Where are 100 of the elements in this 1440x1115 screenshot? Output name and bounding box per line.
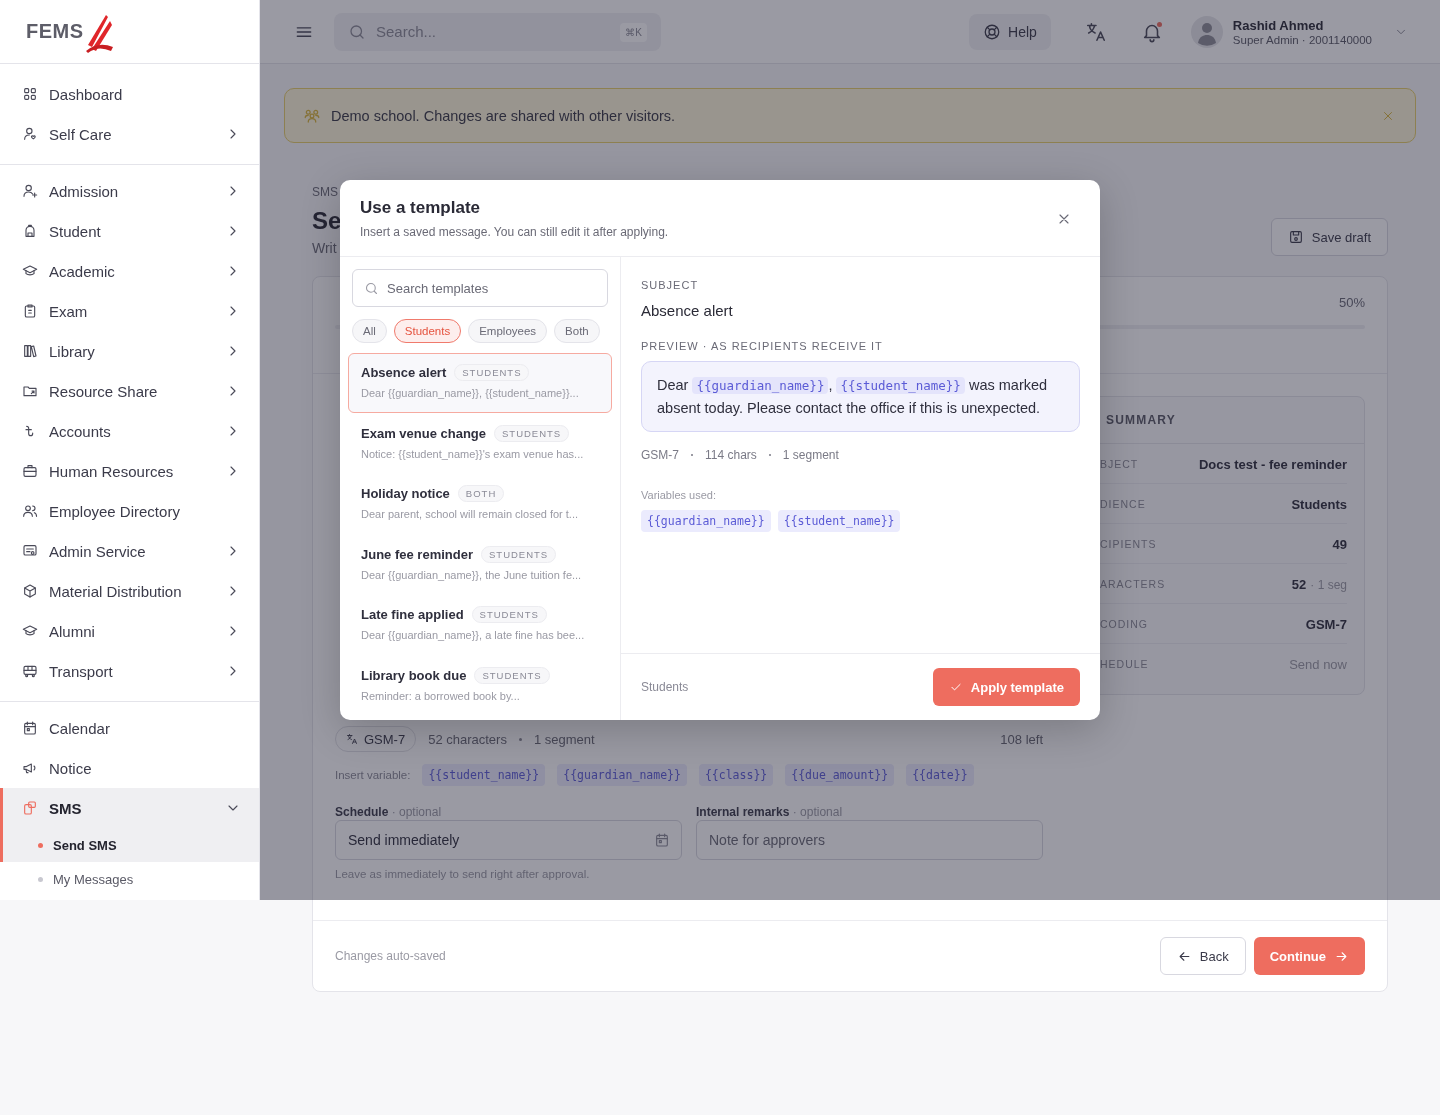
summary-value: GSM-7 — [1305, 616, 1347, 632]
message-stat: 1 segment — [782, 448, 839, 462]
variable-chip: {{guardian_name}} — [641, 510, 771, 532]
insert-variable-label: Insert variable: — [335, 769, 411, 781]
sidebar-item[interactable]: Resource Share — [0, 371, 259, 411]
template-item[interactable]: Absence alert STUDENTS Dear {{guardian_name}}, {{student_name}}... — [348, 353, 612, 413]
save-draft-button[interactable]: Save draft — [1270, 218, 1388, 256]
variable-chip: {{student_name}} — [836, 377, 965, 394]
summary-value: 49 — [1332, 536, 1347, 552]
dialog-subtitle: Insert a saved message. You can still edit it after applying. — [360, 225, 670, 239]
template-excerpt: Dear parent, school will remain closed for t... — [361, 508, 580, 520]
summary-label: DIENCE — [1100, 497, 1146, 510]
id-card-icon — [22, 543, 38, 559]
users-icon — [22, 503, 38, 519]
variable-chip: {{student_name}} — [777, 510, 901, 532]
search-icon — [348, 22, 366, 41]
translate-icon — [346, 733, 358, 745]
autosave-status: Changes auto-saved — [335, 949, 447, 963]
megaphone-icon — [22, 760, 38, 776]
sidebar-item[interactable]: Human Resources — [0, 451, 259, 491]
message-stat: GSM-7 — [641, 448, 679, 462]
sidebar-item[interactable]: Material Distribution — [0, 571, 259, 611]
box-icon — [22, 583, 38, 599]
section-label: SUBJECT — [641, 279, 700, 291]
breadcrumb: SMS — [312, 185, 339, 199]
filter-chip[interactable]: Employees — [468, 319, 548, 343]
app-logo[interactable]: FEMS — [26, 10, 114, 53]
template-name: Exam venue change — [361, 425, 486, 441]
audience-tag: STUDENTS — [471, 606, 547, 623]
preview-message: Dear {{guardian_name}} , {{student_name}} was marked absent today. Please contact the office if this is unexpected. — [657, 376, 1049, 418]
sidebar-item[interactable]: SMS — [0, 788, 259, 828]
backpack-icon — [22, 223, 38, 239]
audience-tag: BOTH — [457, 485, 505, 502]
variable-chip: {{guardian_name}} — [692, 377, 829, 394]
template-excerpt: Dear {{guardian_name}}, {{student_name}}... — [361, 387, 580, 399]
template-name: Absence alert — [361, 365, 447, 380]
folder-arrow-icon — [22, 383, 38, 399]
remarks-field[interactable]: Note for approvers — [696, 820, 1043, 860]
field-label: Internal remarks · optional — [696, 804, 844, 820]
sidebar-item[interactable]: Notice — [0, 748, 259, 788]
template-item[interactable]: Holiday notice BOTH Dear parent, school will remain closed for t... — [348, 474, 612, 534]
sidebar-item[interactable]: Admin Service — [0, 531, 259, 571]
calendar-icon — [654, 832, 670, 848]
phone-message-icon — [22, 800, 38, 816]
grid-icon — [22, 86, 38, 102]
schedule-field[interactable]: Send immediately — [335, 820, 682, 860]
summary-label: ARACTERS — [1100, 577, 1166, 590]
avatar-icon[interactable] — [1190, 15, 1223, 48]
clipboard-icon — [22, 303, 38, 319]
template-search-field[interactable]: Search templates — [352, 269, 608, 307]
template-name: Library book due — [361, 667, 467, 683]
help-button[interactable]: Help — [969, 13, 1051, 50]
variables-label: Variables used: — [641, 489, 717, 501]
page-title: Se — [312, 207, 342, 235]
sidebar-item[interactable]: Alumni — [0, 611, 259, 651]
sidebar-item[interactable]: Library — [0, 331, 259, 371]
user-role: Super Admin · 2001140000 — [1232, 33, 1372, 46]
sidebar-item[interactable]: Calendar — [0, 708, 259, 748]
template-item[interactable]: Late fine applied STUDENTS Dear {{guardian_name}}, a late fine has bee... — [348, 595, 612, 655]
template-item[interactable]: June fee reminder STUDENTS Dear {{guardian_name}}, the June tuition fe... — [348, 534, 612, 595]
sidebar-item[interactable]: Academic — [0, 251, 259, 291]
audience-tag: STUDENTS — [474, 666, 550, 684]
sidebar-item[interactable]: Exam — [0, 291, 259, 331]
sidebar-item[interactable]: Student — [0, 211, 259, 251]
user-heart-icon — [22, 126, 38, 142]
audience-tag: STUDENTS — [454, 364, 530, 381]
sidebar-item[interactable]: Accounts — [0, 411, 259, 451]
summary-value: Students — [1291, 496, 1347, 512]
filter-chip[interactable]: Both — [554, 319, 600, 343]
sidebar-item[interactable]: Dashboard — [0, 74, 259, 114]
subject-text: Absence alert — [641, 302, 734, 319]
back-button[interactable]: Back — [1159, 937, 1246, 975]
sidebar-item[interactable]: Admission — [0, 171, 259, 211]
template-name: Holiday notice — [361, 486, 450, 501]
template-name: June fee reminder — [361, 546, 473, 562]
user-name: Rashid Ahmed — [1232, 17, 1325, 33]
page-subtitle: Writ — [312, 240, 338, 256]
template-excerpt: Dear {{guardian_name}}, a late fine has bee... — [361, 629, 586, 641]
template-item[interactable]: Library book due STUDENTS Reminder: a borrowed book by... — [348, 655, 612, 716]
audience-tag: STUDENTS — [494, 424, 570, 442]
audience-label: Students — [641, 680, 690, 694]
translate-icon[interactable] — [1084, 20, 1107, 43]
filter-chip[interactable]: All — [352, 319, 387, 343]
section-label: PREVIEW · AS RECIPIENTS RECEIVE IT — [641, 340, 884, 352]
dialog-title: Use a template — [360, 198, 481, 218]
sidebar-item[interactable]: Self Care — [0, 114, 259, 154]
submenu-item[interactable]: Send SMS — [0, 828, 259, 862]
save-icon — [1287, 229, 1304, 245]
sidebar-item[interactable]: Transport — [0, 651, 259, 691]
summary-label: BJECT — [1100, 457, 1139, 470]
sidebar-item[interactable]: Employee Directory — [0, 491, 259, 531]
summary-label: HEDULE — [1100, 657, 1149, 670]
summary-value: 52 — [1291, 576, 1307, 592]
submenu-item[interactable]: My Messages — [0, 862, 259, 896]
message-count: 1 segment — [533, 731, 595, 747]
summary-value: Docs test - fee reminder — [1198, 456, 1347, 472]
briefcase-icon — [22, 463, 38, 479]
template-item[interactable]: Exam venue change STUDENTS Notice: {{student_name}}'s exam venue has... — [348, 413, 612, 474]
search-icon — [364, 281, 379, 296]
message-stat: 114 chars — [705, 448, 757, 462]
